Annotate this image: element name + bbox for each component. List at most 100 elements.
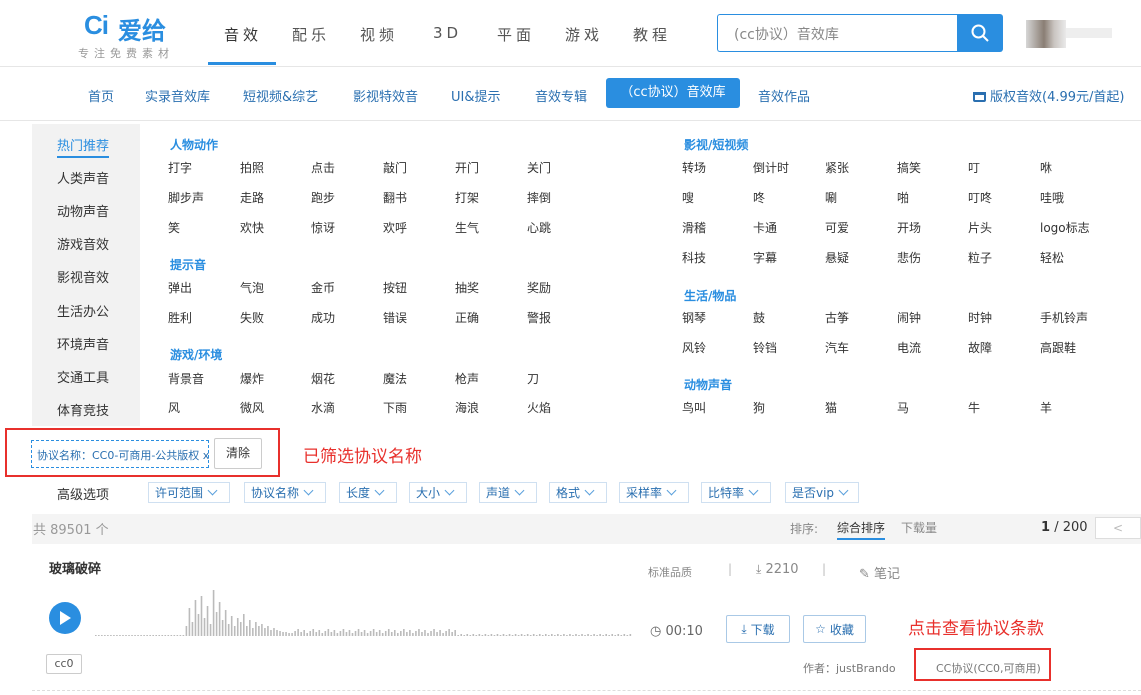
tag-item[interactable]: 悲伤 [897,249,921,266]
tag-item[interactable]: 古筝 [825,309,849,326]
tag-item[interactable]: 片头 [968,219,992,236]
logo-mark[interactable]: Ci [84,10,109,41]
sort-comprehensive[interactable]: 综合排序 [837,519,886,540]
tag-item[interactable]: 叮咚 [968,189,992,206]
tag-item[interactable]: 点击 [311,159,335,176]
tag-item[interactable]: 拍照 [240,159,264,176]
subnav-home[interactable]: 首页 [88,86,114,105]
tag-item[interactable]: 开门 [455,159,479,176]
tag-item[interactable]: 鸟叫 [682,399,706,416]
search-input[interactable]: (cc协议）音效库 [717,14,957,52]
dropdown-filter[interactable]: 格式 [549,482,607,503]
logo-name[interactable]: 爱给 [118,11,166,46]
tag-item[interactable]: 风铃 [682,339,706,356]
subnav-works[interactable]: 音效作品 [758,86,810,105]
sidebar-item-office[interactable]: 生活办公 [57,301,109,320]
topnav-graphic[interactable]: 平面 [497,24,535,45]
dropdown-filter[interactable]: 采样率 [619,482,689,503]
dropdown-filter[interactable]: 是否vip [785,482,859,503]
subnav-ui[interactable]: UI&提示 [451,86,501,105]
tag-item[interactable]: 唰 [825,189,837,206]
tag-item[interactable]: 弹出 [168,279,192,296]
note-link[interactable]: ✎ 笔记 [859,563,900,582]
tag-item[interactable]: 烟花 [311,370,335,387]
tag-item[interactable]: 欢呼 [383,219,407,236]
tag-item[interactable]: 闹钟 [897,309,921,326]
tag-item[interactable]: 悬疑 [825,249,849,266]
topnav-tutorial[interactable]: 教程 [633,24,671,45]
topnav-sound[interactable]: 音效 [224,24,262,45]
topnav-game[interactable]: 游戏 [565,24,603,45]
sidebar-item-film[interactable]: 影视音效 [57,267,109,286]
tag-item[interactable]: 钢琴 [682,309,706,326]
avatar[interactable] [1026,20,1066,48]
tag-item[interactable]: 滑稽 [682,219,706,236]
topnav-music[interactable]: 配乐 [292,24,330,45]
tag-item[interactable]: 笑 [168,219,180,236]
subnav-film-fx[interactable]: 影视特效音 [353,86,418,105]
tag-item[interactable]: 转场 [682,159,706,176]
tag-item[interactable]: 刀 [527,370,539,387]
dropdown-filter[interactable]: 许可范围 [148,482,230,503]
clear-filter-button[interactable]: 清除 [214,438,262,469]
tag-item[interactable]: 搞笑 [897,159,921,176]
license-link[interactable]: CC协议(CC0,可商用) [936,660,1041,676]
sort-downloads[interactable]: 下载量 [901,519,937,536]
dropdown-filter[interactable]: 比特率 [701,482,771,503]
tag-item[interactable]: 轻松 [1040,249,1064,266]
tag-item[interactable]: 科技 [682,249,706,266]
sidebar-item-sports[interactable]: 体育竞技 [57,400,109,419]
subnav-cc-library[interactable]: （cc协议）音效库 [606,78,740,108]
tag-item[interactable]: 错误 [383,309,407,326]
tag-item[interactable]: 猫 [825,399,837,416]
tag-item[interactable]: 爆炸 [240,370,264,387]
tag-item[interactable]: 跑步 [311,189,335,206]
tag-item[interactable]: 羊 [1040,399,1052,416]
tag-item[interactable]: 狗 [753,399,765,416]
tag-item[interactable]: 高跟鞋 [1040,339,1076,356]
tag-item[interactable]: 哇哦 [1040,189,1064,206]
tag-item[interactable]: 魔法 [383,370,407,387]
sidebar-item-animal[interactable]: 动物声音 [57,201,109,220]
tag-item[interactable]: 打字 [168,159,192,176]
tag-item[interactable]: 倒计时 [753,159,789,176]
tag-item[interactable]: 紧张 [825,159,849,176]
prev-page-button[interactable]: < [1095,517,1141,539]
author[interactable]: 作者：justBrando [803,660,896,676]
tag-item[interactable]: 汽车 [825,339,849,356]
tag-item[interactable]: 金币 [311,279,335,296]
tag-item[interactable]: 胜利 [168,309,192,326]
dropdown-filter[interactable]: 大小 [409,482,467,503]
tag-item[interactable]: 按钮 [383,279,407,296]
tag-item[interactable]: 粒子 [968,249,992,266]
tag-item[interactable]: 鼓 [753,309,765,326]
tag-item[interactable]: 正确 [455,309,479,326]
tag-item[interactable]: 走路 [240,189,264,206]
tag-item[interactable]: 欢快 [240,219,264,236]
subnav-short-video[interactable]: 短视频&综艺 [243,86,318,105]
tag-item[interactable]: 海浪 [455,399,479,416]
sidebar-item-traffic[interactable]: 交通工具 [57,367,109,386]
dropdown-filter[interactable]: 协议名称 [244,482,326,503]
tag-item[interactable]: 啪 [897,189,909,206]
tag-item[interactable]: 火焰 [527,399,551,416]
sidebar-item-hot[interactable]: 热门推荐 [57,135,110,158]
tag-item[interactable]: 故障 [968,339,992,356]
waveform[interactable] [95,590,632,638]
tag-item[interactable]: 微风 [240,399,264,416]
tag-item[interactable]: 马 [897,399,909,416]
dropdown-filter[interactable]: 声道 [479,482,537,503]
tag-item[interactable]: 奖励 [527,279,551,296]
tag-item[interactable]: 警报 [527,309,551,326]
play-button[interactable] [49,602,81,634]
tag-item[interactable]: 生气 [455,219,479,236]
tag-item[interactable]: 失败 [240,309,264,326]
sidebar-item-environment[interactable]: 环境声音 [57,334,109,353]
tag-item[interactable]: 翻书 [383,189,407,206]
tag-item[interactable]: 咚 [753,189,765,206]
tag-item[interactable]: 可爱 [825,219,849,236]
topnav-video[interactable]: 视频 [360,24,398,45]
tag-item[interactable]: 叮 [968,159,980,176]
tag-item[interactable]: 惊讶 [311,219,335,236]
tag-item[interactable]: 嗖 [682,189,694,206]
